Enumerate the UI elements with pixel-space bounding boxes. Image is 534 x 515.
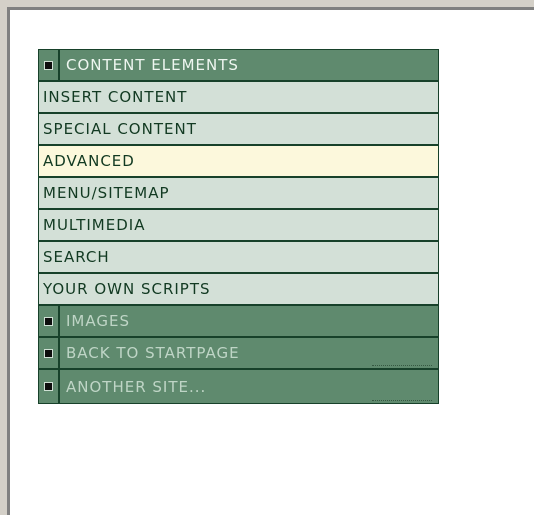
menu-item-search[interactable]: SEARCH [39, 242, 438, 274]
menu-section-another-site[interactable]: ANOTHER SITE... [39, 370, 438, 403]
menu-section-label: IMAGES [66, 312, 130, 330]
dotted-underline [372, 400, 432, 401]
menu-section-back-to-startpage[interactable]: BACK TO STARTPAGE [39, 338, 438, 370]
menu-header-label: CONTENT ELEMENTS [66, 56, 239, 74]
square-bullet-icon [44, 60, 53, 70]
square-bullet-icon [44, 348, 53, 358]
menu-item-insert-content[interactable]: INSERT CONTENT [39, 82, 438, 114]
menu-item-advanced[interactable]: ADVANCED [39, 146, 438, 178]
menu-item-menu-sitemap[interactable]: MENU/SITEMAP [39, 178, 438, 210]
menu-item-label: ADVANCED [43, 152, 135, 170]
dotted-underline [372, 365, 432, 366]
window-top-border-shadow [7, 7, 534, 10]
bullet-cell [39, 338, 60, 368]
window-left-border-shadow [7, 7, 10, 515]
menu-item-multimedia[interactable]: MULTIMEDIA [39, 210, 438, 242]
menu-item-label: MULTIMEDIA [43, 216, 146, 234]
bullet-cell [39, 370, 60, 403]
menu-section-label: ANOTHER SITE... [66, 377, 207, 396]
menu-section-images[interactable]: IMAGES [39, 306, 438, 338]
square-bullet-icon [44, 382, 53, 391]
menu-header-content-elements[interactable]: CONTENT ELEMENTS [39, 50, 438, 82]
navigation-menu: CONTENT ELEMENTS INSERT CONTENT SPECIAL … [38, 49, 439, 404]
bullet-cell [39, 50, 60, 80]
menu-item-label: YOUR OWN SCRIPTS [43, 280, 211, 298]
menu-item-label: SPECIAL CONTENT [43, 120, 197, 138]
menu-section-label: BACK TO STARTPAGE [66, 344, 240, 362]
square-bullet-icon [44, 316, 53, 326]
menu-item-label: SEARCH [43, 248, 110, 266]
menu-item-special-content[interactable]: SPECIAL CONTENT [39, 114, 438, 146]
menu-item-label: MENU/SITEMAP [43, 184, 170, 202]
bullet-cell [39, 306, 60, 336]
menu-item-label: INSERT CONTENT [43, 88, 188, 106]
browser-viewport: CONTENT ELEMENTS INSERT CONTENT SPECIAL … [0, 0, 534, 515]
menu-item-your-own-scripts[interactable]: YOUR OWN SCRIPTS [39, 274, 438, 306]
